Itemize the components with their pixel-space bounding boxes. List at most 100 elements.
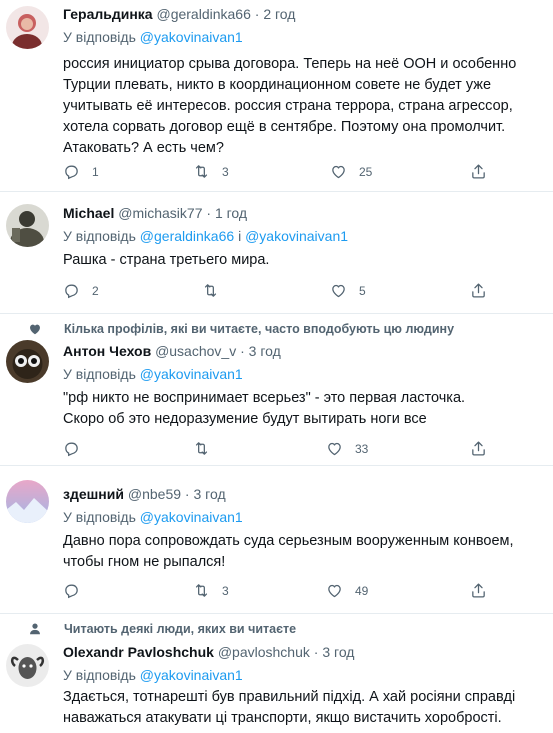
tweet[interactable]: Читають деякі люди, яких ви читаєте Olex… — [0, 614, 553, 733]
retweet-count: 3 — [222, 164, 229, 179]
mention-link[interactable]: @yakovinaivan1 — [245, 228, 348, 244]
author-name[interactable]: здешний — [63, 486, 124, 502]
reply-button[interactable]: 2 — [63, 282, 99, 299]
social-context-text: Читають деякі люди, яких ви читаєте — [64, 622, 297, 636]
reply-context: У відповідь @yakovinaivan1 — [63, 29, 243, 45]
tweet[interactable]: здешний @nbe59 · 3 год У відповідь @yako… — [0, 466, 553, 612]
avatar[interactable] — [6, 644, 49, 687]
tweet[interactable]: Michael @michasik77 · 1 год У відповідь … — [0, 192, 553, 312]
share-icon — [472, 441, 485, 456]
tweet-text: Давно пора сопровождать суда серьезным в… — [63, 531, 543, 573]
like-count: 25 — [359, 164, 373, 179]
tweet-header: Olexandr Pavloshchuk @pavloshchuk · 3 го… — [63, 644, 355, 660]
reply-prefix: У відповідь — [63, 228, 136, 244]
timestamp[interactable]: 3 год — [322, 644, 354, 660]
reply-icon — [65, 165, 78, 180]
mention-link[interactable]: @yakovinaivan1 — [140, 366, 243, 382]
avatar[interactable] — [6, 204, 49, 247]
timestamp[interactable]: 3 год — [249, 343, 281, 359]
retweet-button[interactable]: 3 — [193, 163, 229, 180]
share-icon — [472, 283, 485, 298]
social-context: Читають деякі люди, яких ви читаєте — [30, 622, 297, 636]
author-handle[interactable]: @michasik77 — [118, 205, 202, 221]
action-bar: 3 49 — [63, 582, 543, 600]
like-button[interactable]: 33 — [326, 440, 368, 457]
timestamp[interactable]: 2 год — [263, 6, 295, 22]
retweet-count: 3 — [222, 583, 229, 598]
share-button[interactable] — [470, 440, 487, 457]
like-icon — [332, 165, 345, 179]
tweet-header: здешний @nbe59 · 3 год — [63, 486, 226, 502]
retweet-icon — [195, 442, 208, 455]
like-button[interactable]: 5 — [330, 282, 366, 299]
reply-count: 1 — [92, 164, 99, 179]
author-name[interactable]: Геральдинка — [63, 6, 153, 22]
avatar[interactable] — [6, 480, 49, 523]
reply-icon — [65, 284, 78, 299]
timestamp[interactable]: 1 год — [215, 205, 247, 221]
share-button[interactable] — [470, 163, 487, 180]
mention-link[interactable]: @geraldinka66 — [140, 228, 234, 244]
author-handle[interactable]: @nbe59 — [128, 486, 181, 502]
like-count: 49 — [355, 583, 369, 598]
retweet-icon — [195, 165, 208, 178]
person-icon — [30, 623, 40, 635]
social-context: Кілька профілів, які ви читаєте, часто в… — [30, 322, 454, 336]
tweet-text: Рашка - страна третьего мира. — [63, 250, 543, 271]
action-bar: 2 5 — [63, 282, 543, 300]
author-name[interactable]: Антон Чехов — [63, 343, 151, 359]
avatar[interactable] — [6, 340, 49, 383]
like-icon — [328, 584, 341, 598]
reply-icon — [65, 584, 78, 599]
author-name[interactable]: Olexandr Pavloshchuk — [63, 644, 214, 660]
share-button[interactable] — [470, 282, 487, 299]
like-count: 33 — [355, 441, 369, 456]
reply-context: У відповідь @yakovinaivan1 — [63, 366, 243, 382]
author-handle[interactable]: @geraldinka66 — [156, 6, 250, 22]
author-handle[interactable]: @usachov_v — [155, 343, 236, 359]
timestamp[interactable]: 3 год — [193, 486, 225, 502]
tweet-text: "рф никто не воспринимает всерьез" - это… — [63, 388, 543, 430]
reply-context: У відповідь @yakovinaivan1 — [63, 509, 243, 525]
reply-prefix: У відповідь — [63, 667, 136, 683]
reply-icon — [65, 442, 78, 457]
like-button[interactable]: 49 — [326, 582, 368, 599]
text-line: Давно пора сопровождать суда серьезным в… — [63, 533, 514, 549]
mention-link[interactable]: @yakovinaivan1 — [140, 667, 243, 683]
action-bar: 1 3 25 — [63, 163, 543, 181]
reply-button[interactable]: 1 — [63, 163, 99, 180]
retweet-button[interactable]: 3 — [193, 582, 229, 599]
reply-button[interactable] — [63, 440, 92, 457]
tweet[interactable]: Геральдинка @geraldinka66 · 2 год У відп… — [0, 0, 553, 190]
reply-prefix: У відповідь — [63, 29, 136, 45]
text-line: "рф никто не воспринимает всерьез" - это… — [63, 390, 466, 406]
tweet-text: Здається, тотнарешті був правильний підх… — [63, 687, 543, 729]
reply-context: У відповідь @yakovinaivan1 — [63, 667, 243, 683]
tweet[interactable]: Кілька профілів, які ви читаєте, часто в… — [0, 314, 553, 464]
text-line: учитывать её интересов. россия страна те… — [63, 98, 513, 114]
avatar[interactable] — [6, 6, 49, 49]
tweet-header: Геральдинка @geraldinka66 · 2 год — [63, 6, 296, 22]
reply-context: У відповідь @geraldinka66 і @yakovinaiva… — [63, 228, 348, 244]
text-line: чтобы гном не рыпался! — [63, 554, 226, 570]
like-icon — [332, 284, 345, 298]
retweet-button[interactable] — [193, 440, 222, 457]
text-line: Скоро об это недоразумение будут вытират… — [63, 411, 427, 427]
reply-prefix: У відповідь — [63, 366, 136, 382]
like-button[interactable]: 25 — [330, 163, 372, 180]
retweet-button[interactable] — [202, 282, 231, 299]
mention-link[interactable]: @yakovinaivan1 — [140, 29, 243, 45]
text-line: наважаться атакувати ці транспорти, якщо… — [63, 710, 502, 726]
mention-link[interactable]: @yakovinaivan1 — [140, 509, 243, 525]
author-handle[interactable]: @pavloshchuk — [218, 644, 310, 660]
tweet-header: Michael @michasik77 · 1 год — [63, 205, 248, 221]
text-line: Турции плевать, никто в координационном … — [63, 77, 492, 93]
author-name[interactable]: Michael — [63, 205, 114, 221]
text-line: Атаковать? А есть чем? — [63, 140, 224, 156]
like-count: 5 — [359, 283, 366, 298]
heart-icon — [30, 324, 40, 335]
reply-button[interactable] — [63, 582, 92, 599]
share-button[interactable] — [470, 582, 487, 599]
tweet-header: Антон Чехов @usachov_v · 3 год — [63, 343, 281, 359]
tweet-text: россия инициатор срыва договора. Теперь … — [63, 54, 543, 159]
